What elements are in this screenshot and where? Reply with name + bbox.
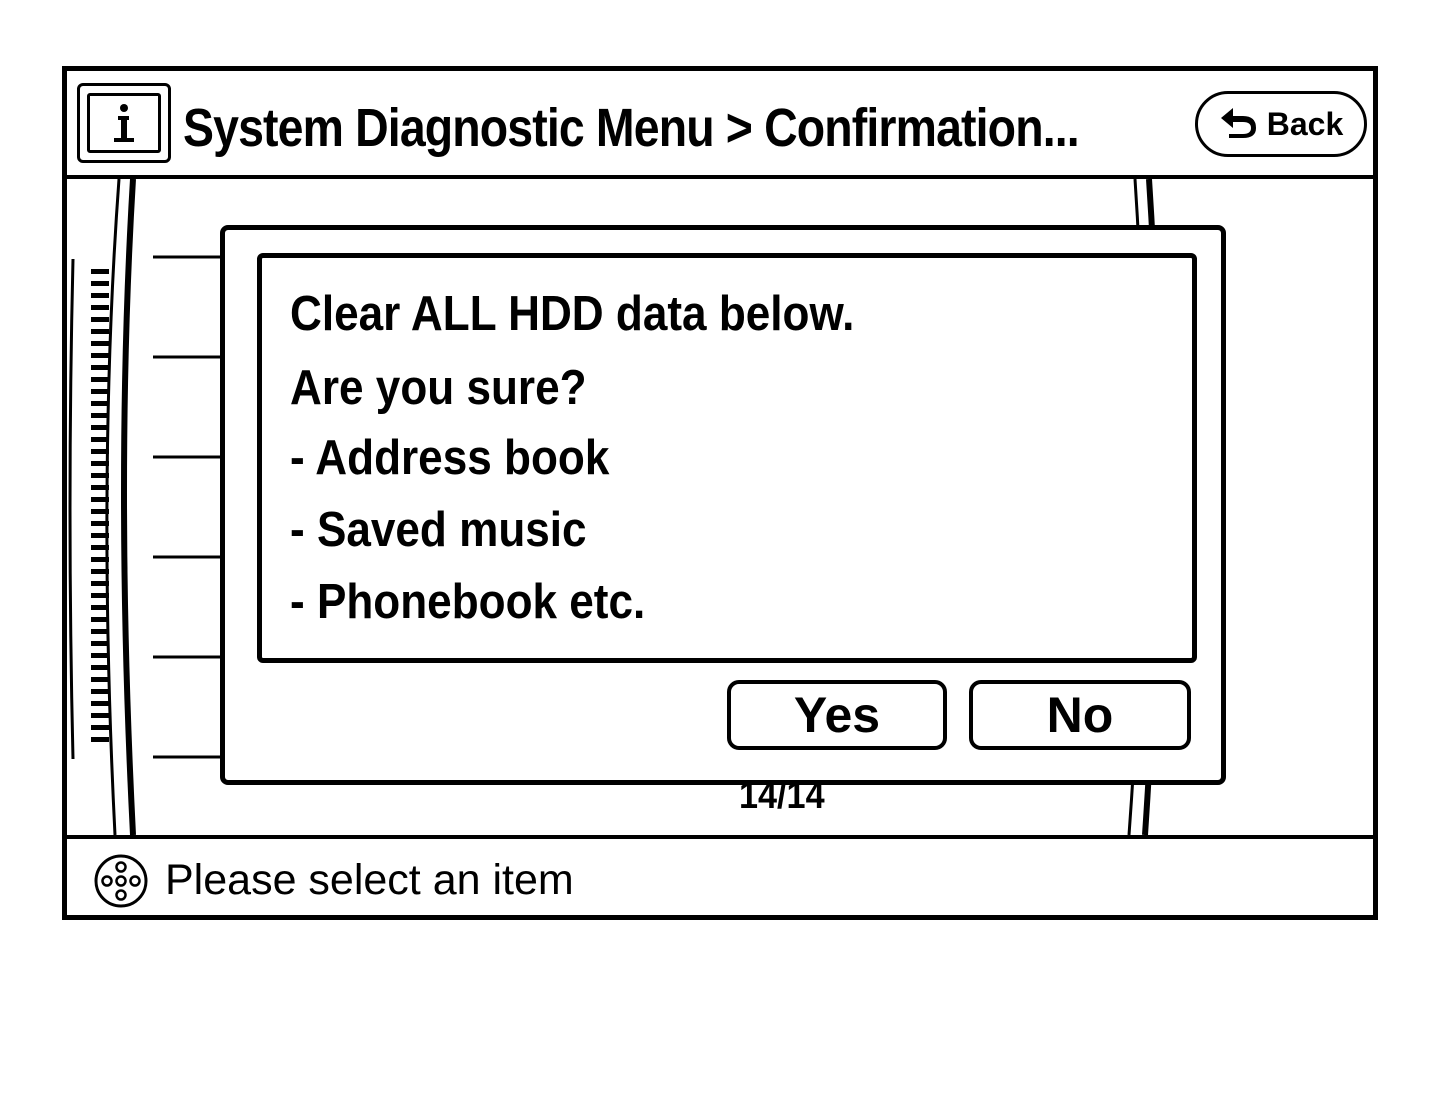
- confirmation-dialog: Clear ALL HDD data below. Are you sure? …: [220, 225, 1226, 785]
- info-button[interactable]: [77, 83, 171, 163]
- scroll-tick: [91, 521, 109, 526]
- message-line: - Saved music: [290, 503, 587, 557]
- yes-button[interactable]: Yes: [727, 680, 947, 750]
- scroll-tick: [91, 569, 109, 574]
- scroll-tick: [91, 305, 109, 310]
- scroll-tick: [91, 497, 109, 502]
- message-line: - Phonebook etc.: [290, 575, 646, 629]
- scroll-tick: [91, 437, 109, 442]
- navigation-screen: System Diagnostic Menu > Confirmation...…: [62, 66, 1378, 920]
- scroll-tick: [91, 557, 109, 562]
- scroll-tick: [91, 449, 109, 454]
- scroll-tick: [91, 389, 109, 394]
- scroll-tick: [91, 413, 109, 418]
- message-line: Are you sure?: [290, 361, 587, 415]
- status-bar: Please select an item: [67, 835, 1373, 915]
- scroll-tick: [91, 293, 109, 298]
- scroll-tick: [91, 665, 109, 670]
- info-icon: [87, 93, 161, 153]
- scroll-tick: [91, 281, 109, 286]
- scroll-tick: [91, 341, 109, 346]
- scroll-tick: [91, 581, 109, 586]
- message-line: Clear ALL HDD data below.: [290, 287, 855, 341]
- scroll-tick: [91, 485, 109, 490]
- scroll-tick: [91, 701, 109, 706]
- scroll-tick: [91, 425, 109, 430]
- scroll-tick: [91, 329, 109, 334]
- scroll-tick: [91, 593, 109, 598]
- scroll-tick: [91, 725, 109, 730]
- status-message: Please select an item: [165, 856, 574, 904]
- scroll-tick: [91, 713, 109, 718]
- scroll-tick: [91, 269, 109, 274]
- scroll-tick: [91, 641, 109, 646]
- back-button[interactable]: Back: [1195, 91, 1367, 157]
- back-arrow-icon: [1219, 104, 1259, 145]
- scroll-tick: [91, 545, 109, 550]
- header-bar: System Diagnostic Menu > Confirmation...…: [67, 71, 1373, 179]
- scroll-tick: [91, 629, 109, 634]
- back-label: Back: [1266, 105, 1344, 142]
- scroll-tick: [91, 689, 109, 694]
- scroll-tick: [91, 677, 109, 682]
- scrollbar-track[interactable]: [67, 179, 147, 835]
- scroll-tick: [91, 617, 109, 622]
- scroll-tick: [91, 353, 109, 358]
- scroll-tick: [91, 605, 109, 610]
- scroll-tick: [91, 473, 109, 478]
- content-area: 14/14 Clear ALL HDD data below. Are you …: [67, 179, 1373, 835]
- scroll-tick: [91, 377, 109, 382]
- scroll-tick: [91, 365, 109, 370]
- scroll-tick: [91, 461, 109, 466]
- scroll-tick: [91, 401, 109, 406]
- message-line: - Address book: [290, 431, 610, 485]
- page-title: System Diagnostic Menu > Confirmation...: [183, 98, 1080, 158]
- message-box: Clear ALL HDD data below. Are you sure? …: [257, 253, 1197, 663]
- scroll-tick: [91, 653, 109, 658]
- no-button[interactable]: No: [969, 680, 1191, 750]
- joystick-icon: [93, 853, 149, 914]
- scroll-tick: [91, 737, 109, 742]
- scroll-tick: [91, 509, 109, 514]
- scroll-tick: [91, 533, 109, 538]
- scroll-tick: [91, 317, 109, 322]
